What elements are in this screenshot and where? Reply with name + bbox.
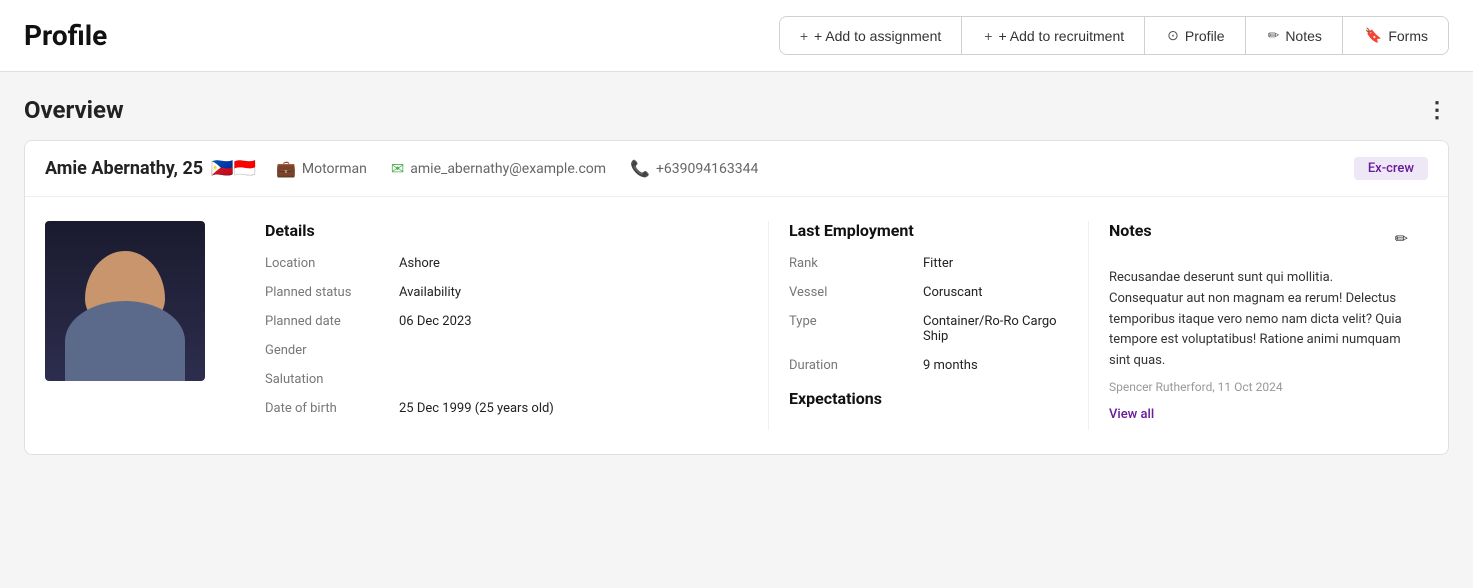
bookmark-icon: 🔖 [1365, 27, 1382, 44]
pencil-icon: ✏ [1268, 27, 1280, 44]
overview-title: Overview [24, 96, 124, 124]
notes-section: Notes ✏ Recusandae deserunt sunt qui mol… [1088, 221, 1428, 430]
salutation-label: Salutation [265, 372, 395, 387]
duration-label: Duration [789, 358, 919, 373]
planned-status-label: Planned status [265, 285, 395, 300]
status-badge: Ex-crew [1354, 157, 1428, 180]
location-value: Ashore [399, 256, 748, 271]
rank-row: Rank Fitter [789, 256, 1068, 271]
view-all-link[interactable]: View all [1109, 407, 1154, 422]
notes-text: Recusandae deserunt sunt qui mollitia. C… [1109, 268, 1408, 372]
plus-icon-2: + [984, 28, 992, 44]
plus-icon: + [800, 28, 808, 44]
vessel-label: Vessel [789, 285, 919, 300]
vessel-row: Vessel Coruscant [789, 285, 1068, 300]
role-info: 💼 Motorman [276, 159, 367, 178]
type-label: Type [789, 314, 919, 329]
planned-status-value: Availability [399, 285, 748, 300]
salutation-row: Salutation [265, 372, 748, 387]
add-assignment-button[interactable]: + + Add to assignment [780, 17, 962, 54]
profile-card: Amie Abernathy, 25 🇵🇭🇮🇩 💼 Motorman ✉ ami… [24, 140, 1449, 455]
briefcase-icon: 💼 [276, 159, 296, 178]
details-heading: Details [265, 221, 748, 240]
vessel-value: Coruscant [923, 285, 1068, 300]
planned-date-label: Planned date [265, 314, 395, 329]
duration-value: 9 months [923, 358, 1068, 373]
add-recruitment-button[interactable]: + + Add to recruitment [964, 17, 1145, 54]
dob-label: Date of birth [265, 401, 395, 416]
rank-label: Rank [789, 256, 919, 271]
planned-status-row: Planned status Availability [265, 285, 748, 300]
location-label: Location [265, 256, 395, 271]
gender-row: Gender [265, 343, 748, 358]
type-row: Type Container/Ro-Ro Cargo Ship [789, 314, 1068, 344]
phone-icon: 📞 [630, 159, 650, 178]
dob-value: 25 Dec 1999 (25 years old) [399, 401, 748, 416]
rank-value: Fitter [923, 256, 1068, 271]
email-info: ✉ amie_abernathy@example.com [391, 159, 606, 178]
planned-date-value: 06 Dec 2023 [399, 314, 748, 329]
page-title: Profile [24, 19, 107, 52]
overview-header: Overview ⋮ [24, 96, 1449, 124]
employment-section: Last Employment Rank Fitter Vessel Corus… [768, 221, 1088, 430]
edit-notes-icon[interactable]: ✏ [1395, 229, 1408, 248]
person-name: Amie Abernathy, 25 🇵🇭🇮🇩 [45, 158, 256, 179]
dob-row: Date of birth 25 Dec 1999 (25 years old) [265, 401, 748, 416]
avatar [45, 221, 205, 381]
avatar-col [45, 221, 245, 430]
location-row: Location Ashore [265, 256, 748, 271]
details-area: Details Location Ashore Planned status A… [25, 197, 1448, 454]
notes-header: Notes ✏ [1109, 221, 1408, 256]
flag-icon: 🇵🇭🇮🇩 [211, 158, 256, 179]
employment-heading: Last Employment [789, 221, 1068, 240]
phone-info: 📞 +639094163344 [630, 159, 758, 178]
top-header: Profile + + Add to assignment + + Add to… [0, 0, 1473, 72]
duration-row: Duration 9 months [789, 358, 1068, 373]
email-icon: ✉ [391, 159, 404, 178]
more-options-icon[interactable]: ⋮ [1426, 98, 1449, 123]
name-row-info: 💼 Motorman ✉ amie_abernathy@example.com … [276, 157, 1428, 180]
planned-date-row: Planned date 06 Dec 2023 [265, 314, 748, 329]
main-content: Overview ⋮ Amie Abernathy, 25 🇵🇭🇮🇩 💼 Mot… [0, 72, 1473, 479]
forms-tab-button[interactable]: 🔖 Forms [1345, 17, 1448, 54]
name-row: Amie Abernathy, 25 🇵🇭🇮🇩 💼 Motorman ✉ ami… [25, 141, 1448, 197]
toolbar: + + Add to assignment + + Add to recruit… [779, 16, 1449, 55]
type-value: Container/Ro-Ro Cargo Ship [923, 314, 1068, 344]
notes-tab-button[interactable]: ✏ Notes [1248, 17, 1343, 54]
details-section: Details Location Ashore Planned status A… [245, 221, 768, 430]
notes-heading: Notes [1109, 221, 1152, 240]
expectations-heading: Expectations [789, 389, 1068, 408]
user-circle-icon: ⊙ [1167, 27, 1179, 44]
notes-author: Spencer Rutherford, 11 Oct 2024 [1109, 380, 1408, 394]
profile-tab-button[interactable]: ⊙ Profile [1147, 17, 1245, 54]
gender-label: Gender [265, 343, 395, 358]
